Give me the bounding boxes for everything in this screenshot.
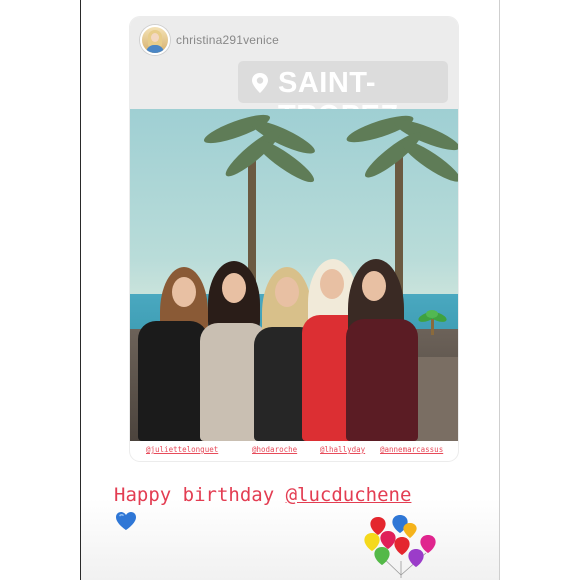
tag-user[interactable]: @hodaroche	[252, 445, 297, 454]
username[interactable]: christina291venice	[176, 33, 279, 47]
palm-tree-icon	[418, 310, 447, 335]
tag-user[interactable]: @juliettelonguet	[146, 445, 218, 454]
blue-heart-icon	[116, 512, 136, 530]
location-sticker[interactable]: SAINT-TROPEZ	[238, 61, 448, 132]
tag-user[interactable]: @annemarcassus	[380, 445, 443, 454]
post-header: christina291venice SAINT-TROPEZ	[130, 17, 458, 132]
caption-mention[interactable]: @lucduchene	[286, 484, 412, 506]
tag-user[interactable]: @lhallyday	[320, 445, 365, 454]
right-divider	[499, 0, 500, 580]
post-photo	[130, 109, 458, 441]
pin-icon	[252, 73, 268, 93]
caption-text: Happy birthday	[114, 484, 286, 506]
balloons-icon	[364, 515, 436, 578]
user-tags: @juliettelonguet @hodaroche @lhallyday @…	[130, 445, 458, 459]
avatar[interactable]	[140, 25, 170, 55]
story-caption: Happy birthday @lucduchene	[114, 484, 411, 506]
reshared-post-card[interactable]: christina291venice SAINT-TROPEZ	[130, 17, 458, 461]
